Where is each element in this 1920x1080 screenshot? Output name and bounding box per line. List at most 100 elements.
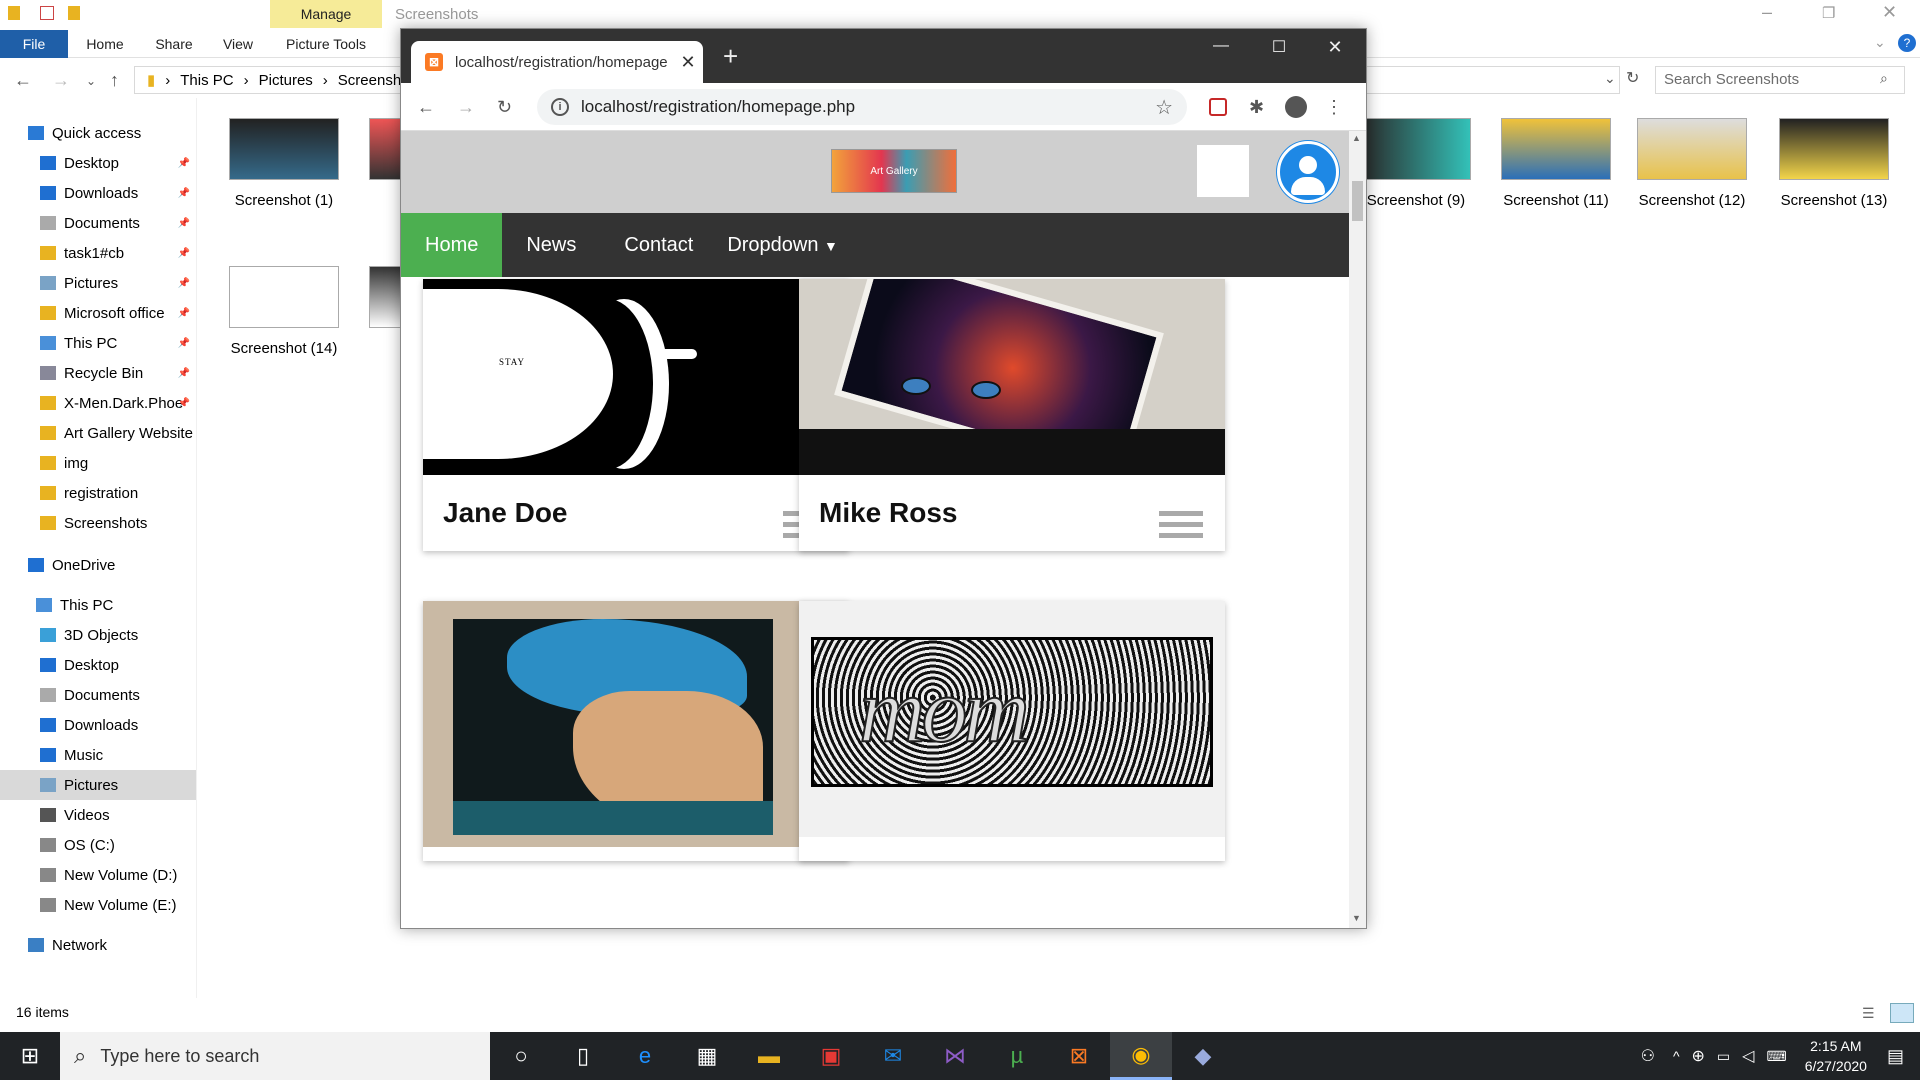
- large-icons-view-icon[interactable]: [1890, 1003, 1914, 1023]
- browser-tab[interactable]: ⊠ localhost/registration/homepage ✕: [411, 41, 703, 83]
- sidebar-item[interactable]: OS (C:): [0, 830, 196, 860]
- gallery-card[interactable]: STAY Jane Doe: [423, 279, 849, 551]
- search-icon[interactable]: ⌕: [1880, 70, 1888, 87]
- close-tab-icon[interactable]: ✕: [673, 52, 703, 73]
- file-thumbnail[interactable]: Screenshot (9): [1348, 118, 1484, 209]
- gift-icon[interactable]: ▣: [800, 1032, 862, 1080]
- recent-dropdown-icon[interactable]: ⌄: [86, 74, 96, 88]
- sidebar-item[interactable]: task1#cb 📌: [0, 238, 196, 268]
- breadcrumb-this-pc[interactable]: This PC: [180, 72, 233, 89]
- help-icon[interactable]: ?: [1898, 34, 1916, 52]
- sidebar-item[interactable]: registration: [0, 478, 196, 508]
- sidebar-item[interactable]: This PC 📌: [0, 328, 196, 358]
- sidebar-item[interactable]: This PC: [0, 590, 196, 620]
- tab-picture-tools[interactable]: Picture Tools: [280, 30, 372, 58]
- back-icon[interactable]: ←: [417, 97, 435, 118]
- scroll-down-icon[interactable]: ▼: [1352, 913, 1361, 923]
- close-window-icon[interactable]: ✕: [1315, 37, 1355, 58]
- scrollbar-thumb[interactable]: [1352, 181, 1363, 221]
- sidebar-item[interactable]: Desktop 📌: [0, 148, 196, 178]
- tab-share[interactable]: Share: [150, 30, 198, 58]
- gallery-card[interactable]: Mike Ross: [799, 279, 1225, 551]
- scrollbar[interactable]: ▲ ▼: [1349, 131, 1366, 928]
- forward-icon[interactable]: →: [52, 70, 70, 91]
- minimize-icon[interactable]: —: [1201, 37, 1241, 55]
- back-icon[interactable]: ←: [14, 70, 32, 91]
- search-input[interactable]: Search Screenshots: [1655, 66, 1905, 94]
- pocket-extension-icon[interactable]: [1209, 98, 1227, 116]
- xampp-icon[interactable]: ⊠: [1048, 1032, 1110, 1080]
- chevron-up-icon[interactable]: ^: [1673, 1048, 1680, 1064]
- site-logo[interactable]: Art Gallery: [831, 149, 957, 193]
- breadcrumb-pictures[interactable]: Pictures: [259, 72, 313, 89]
- file-thumbnail[interactable]: Screenshot (1): [216, 118, 352, 209]
- bookmark-star-icon[interactable]: ☆: [1155, 95, 1173, 120]
- file-thumbnail[interactable]: Screenshot (11): [1488, 118, 1624, 209]
- sidebar-item[interactable]: img: [0, 448, 196, 478]
- action-center-icon[interactable]: ▤: [1887, 1046, 1904, 1067]
- tab-home[interactable]: Home: [80, 30, 130, 58]
- close-icon[interactable]: ✕: [1882, 2, 1897, 23]
- sidebar-item[interactable]: Quick access: [0, 118, 196, 148]
- info-icon[interactable]: i: [551, 98, 569, 116]
- notepad-icon[interactable]: ◆: [1172, 1032, 1234, 1080]
- sidebar-item[interactable]: New Volume (E:): [0, 890, 196, 920]
- nav-home[interactable]: Home: [401, 213, 503, 277]
- tab-view[interactable]: View: [218, 30, 258, 58]
- sidebar-item[interactable]: Documents 📌: [0, 208, 196, 238]
- user-avatar-icon[interactable]: [1277, 141, 1339, 203]
- file-thumbnail[interactable]: Screenshot (13): [1766, 118, 1902, 209]
- sidebar-item[interactable]: Pictures 📌: [0, 268, 196, 298]
- people-icon[interactable]: ⚇: [1641, 1046, 1655, 1066]
- refresh-icon[interactable]: ↻: [1626, 68, 1639, 88]
- edge-icon[interactable]: e: [614, 1032, 676, 1080]
- chrome-icon[interactable]: ◉: [1110, 1032, 1172, 1080]
- details-view-icon[interactable]: ☰: [1862, 1005, 1875, 1022]
- sidebar-item[interactable]: Desktop: [0, 650, 196, 680]
- sidebar-item[interactable]: Downloads 📌: [0, 178, 196, 208]
- chevron-down-icon[interactable]: ⌄: [1874, 34, 1886, 51]
- address-dropdown-icon[interactable]: ⌄: [1604, 70, 1616, 87]
- volume-icon[interactable]: ◁: [1742, 1046, 1754, 1066]
- sidebar-item[interactable]: 3D Objects: [0, 620, 196, 650]
- url-bar[interactable]: i localhost/registration/homepage.php ☆: [537, 89, 1187, 125]
- clock[interactable]: 2:15 AM 6/27/2020: [1805, 1036, 1867, 1076]
- sidebar-item[interactable]: Videos: [0, 800, 196, 830]
- keyboard-icon[interactable]: ⌨: [1766, 1048, 1786, 1065]
- file-thumbnail[interactable]: Screenshot (12): [1624, 118, 1760, 209]
- gallery-card[interactable]: [423, 601, 849, 861]
- file-thumbnail[interactable]: Screenshot (14): [216, 266, 352, 357]
- mail-icon[interactable]: ✉: [862, 1032, 924, 1080]
- maximize-icon[interactable]: ☐: [1259, 37, 1299, 57]
- cortana-icon[interactable]: ○: [490, 1032, 552, 1080]
- kebab-menu-icon[interactable]: ⋮: [1325, 97, 1343, 118]
- forward-icon[interactable]: →: [457, 97, 475, 118]
- sidebar-item[interactable]: Art Gallery Website: [0, 418, 196, 448]
- new-folder-icon[interactable]: [68, 6, 80, 20]
- sidebar-item[interactable]: Downloads: [0, 710, 196, 740]
- restore-icon[interactable]: ❐: [1822, 4, 1835, 22]
- sidebar-item[interactable]: OneDrive: [0, 550, 196, 580]
- sidebar-item[interactable]: Music: [0, 740, 196, 770]
- visual-studio-icon[interactable]: ⋈: [924, 1032, 986, 1080]
- store-icon[interactable]: ▦: [676, 1032, 738, 1080]
- sidebar-item[interactable]: Pictures: [0, 770, 196, 800]
- profile-icon[interactable]: [1285, 96, 1307, 118]
- scroll-up-icon[interactable]: ▲: [1352, 133, 1361, 143]
- sidebar-item[interactable]: Recycle Bin 📌: [0, 358, 196, 388]
- gallery-card[interactable]: mom: [799, 601, 1225, 861]
- sidebar-item[interactable]: Network: [0, 930, 196, 960]
- globe-icon[interactable]: ⊕: [1692, 1046, 1705, 1066]
- windows-start-icon[interactable]: ⊞: [0, 1032, 60, 1080]
- manage-context-tab[interactable]: Manage: [270, 0, 382, 28]
- taskbar-search[interactable]: ⌕ Type here to search: [60, 1032, 490, 1080]
- reload-icon[interactable]: ↻: [497, 97, 512, 118]
- nav-contact[interactable]: Contact: [600, 213, 717, 277]
- battery-icon[interactable]: ▭: [1717, 1048, 1730, 1065]
- new-tab-icon[interactable]: +: [723, 41, 738, 72]
- puzzle-icon[interactable]: ✱: [1249, 97, 1264, 118]
- up-icon[interactable]: ↑: [110, 70, 119, 91]
- hamburger-icon[interactable]: [1159, 511, 1203, 544]
- sidebar-item[interactable]: X-Men.Dark.Phoe 📌: [0, 388, 196, 418]
- file-explorer-icon[interactable]: ▬: [738, 1032, 800, 1080]
